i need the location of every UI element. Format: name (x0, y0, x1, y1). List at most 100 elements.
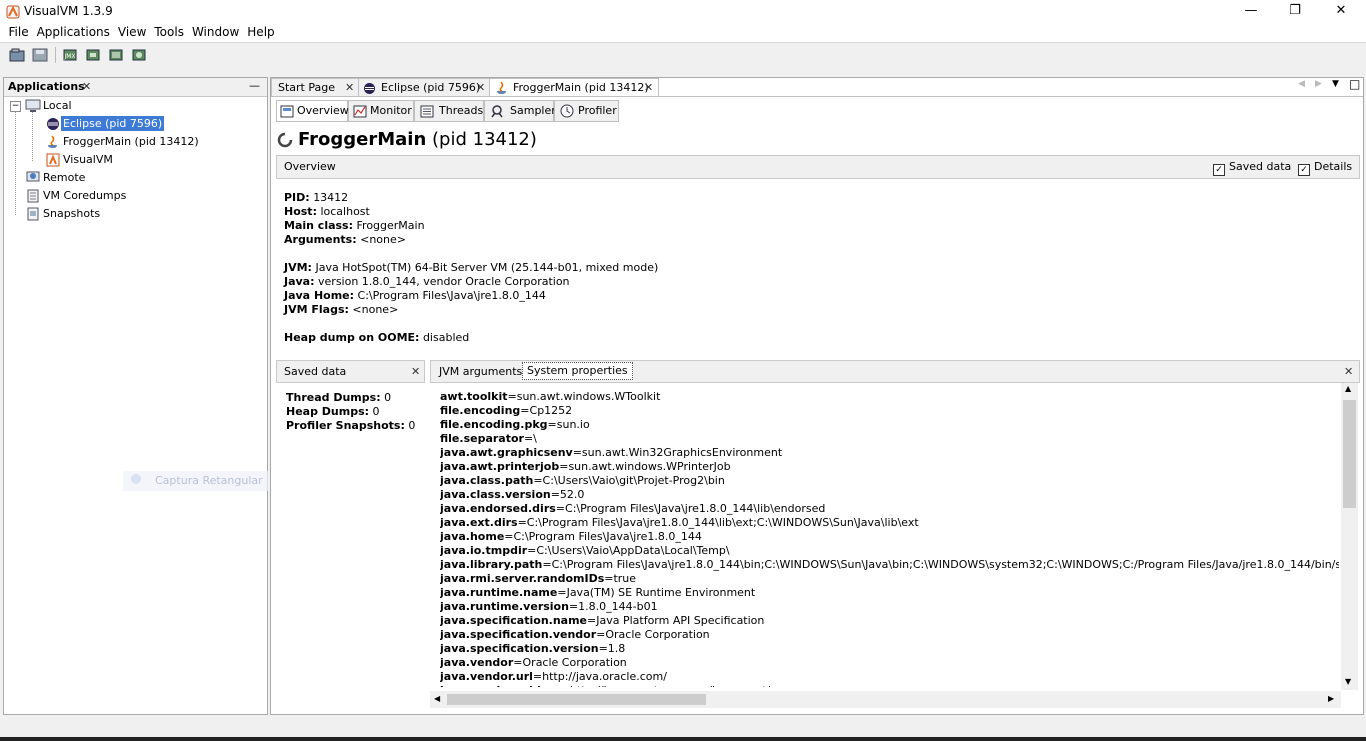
property-row: java.awt.printerjob=sun.awt.windows.WPri… (440, 460, 1339, 474)
snapshot-icon[interactable] (130, 46, 148, 64)
doc-tab-froggermain[interactable]: FroggerMain (pid 13412) ✕ (489, 78, 659, 97)
applications-panel-minimize-button[interactable]: — (249, 79, 260, 92)
doc-tab-eclipse[interactable]: Eclipse (pid 7596) ✕ (358, 78, 490, 97)
property-value: =Oracle Corporation (513, 656, 627, 669)
property-value: =sun.awt.windows.WToolkit (507, 390, 661, 403)
doc-tab-start-page[interactable]: Start Page ✕ (271, 78, 359, 97)
tab-system-properties[interactable]: System properties (522, 362, 633, 380)
subtab-overview[interactable]: Overview (276, 100, 349, 122)
properties-panel-header: JVM arguments System properties ✕ (430, 360, 1360, 383)
property-row: java.specification.version=1.8 (440, 642, 1339, 656)
menu-window[interactable]: Window (188, 24, 243, 41)
info-row: Heap dump on OOME: disabled (284, 331, 470, 344)
details-checkbox-label: Details (1314, 160, 1353, 173)
local-host-icon (25, 99, 41, 112)
eclipse-icon (364, 83, 375, 94)
property-row: java.runtime.version=1.8.0_144-b01 (440, 600, 1339, 614)
tree-item-snapshots[interactable]: Snapshots (43, 207, 100, 220)
subtab-sampler[interactable]: Sampler (484, 100, 556, 122)
saved-data-close-button[interactable]: ✕ (411, 365, 420, 378)
saved-data-list: Thread Dumps: 0 Heap Dumps: 0 Profiler S… (286, 391, 415, 433)
subtab-threads[interactable]: Threads (414, 100, 484, 122)
menu-applications[interactable]: Applications (33, 24, 114, 41)
property-row: java.vendor.url=http://java.oracle.com/ (440, 670, 1339, 684)
property-key: java.library.path (440, 558, 543, 571)
tab-list-dropdown-button[interactable]: ▼ (1332, 79, 1339, 89)
heap-dump-icon[interactable] (84, 46, 102, 64)
checkbox-box: ✓ (1213, 164, 1225, 176)
doc-tab-close-button[interactable]: ✕ (476, 79, 485, 97)
property-key: java.specification.vendor (440, 628, 597, 641)
property-row: java.vendor=Oracle Corporation (440, 656, 1339, 670)
property-value: =Java Platform API Specification (587, 614, 765, 627)
saved-data-row: Profiler Snapshots: 0 (286, 419, 416, 432)
tree-item-eclipse[interactable]: Eclipse (pid 7596) (61, 116, 165, 131)
subtab-profiler[interactable]: Profiler (554, 100, 619, 122)
visualvm-icon (46, 153, 60, 167)
property-value: =C:\Program Files\Java\jre1.8.0_144\lib\… (517, 516, 919, 529)
tree-item-visualvm[interactable]: VisualVM (63, 153, 113, 166)
property-row: awt.toolkit=sun.awt.windows.WToolkit (440, 390, 1339, 404)
save-icon[interactable] (31, 46, 49, 64)
tab-scroll-right-button[interactable]: ▶ (1315, 79, 1322, 89)
scroll-right-button[interactable]: ▶ (1328, 694, 1334, 703)
property-value: =sun.awt.windows.WPrinterJob (559, 460, 731, 473)
restore-button[interactable]: ❐ (1272, 0, 1318, 24)
visualvm-app-icon (6, 5, 20, 19)
open-icon[interactable] (8, 46, 26, 64)
minimize-button[interactable]: — (1228, 0, 1274, 24)
add-jmx-icon[interactable]: JMX (61, 46, 79, 64)
doc-tab-close-button[interactable]: ✕ (345, 79, 354, 97)
vertical-scroll-thumb[interactable] (1343, 400, 1356, 508)
property-value: =C:\Users\Vaio\git\Projet-Prog2\bin (533, 474, 725, 487)
system-properties-list[interactable]: awt.toolkit=sun.awt.windows.WToolkit file… (440, 390, 1339, 687)
info-row: Arguments: <none> (284, 233, 406, 246)
saved-data-title: Saved data (284, 365, 347, 378)
property-value: =C:\Program Files\Java\jre1.8.0_144\bin;… (542, 558, 1339, 571)
saved-data-row: Thread Dumps: 0 (286, 391, 392, 404)
property-row: java.vendor.url.bug=http://bugreport.sun… (440, 684, 1339, 687)
snapshots-icon (27, 207, 39, 221)
tree-item-froggermain[interactable]: FroggerMain (pid 13412) (63, 135, 199, 148)
saved-data-header: Saved data ✕ (276, 360, 425, 383)
close-window-button[interactable]: ✕ (1318, 0, 1364, 24)
info-row: JVM: Java HotSpot(TM) 64-Bit Server VM (… (284, 261, 659, 274)
subtab-monitor[interactable]: Monitor (348, 100, 414, 122)
tab-jvm-arguments[interactable]: JVM arguments (439, 365, 522, 378)
property-value: =C:\Users\Vaio\AppData\Local\Temp\ (527, 544, 730, 557)
scroll-up-button[interactable]: ▲ (1345, 384, 1351, 393)
scroll-down-button[interactable]: ▼ (1345, 677, 1351, 686)
property-value: =C:\Program Files\Java\jre1.8.0_144 (504, 530, 702, 543)
tab-scroll-left-button[interactable]: ◀ (1298, 79, 1305, 89)
scroll-left-button[interactable]: ◀ (434, 694, 440, 703)
tree-item-remote[interactable]: Remote (43, 171, 85, 184)
eclipse-icon (47, 118, 59, 130)
info-row: Java Home: C:\Program Files\Java\jre1.8.… (284, 289, 546, 302)
info-row: Main class: FroggerMain (284, 219, 425, 232)
maximize-tab-button[interactable]: □ (1349, 77, 1360, 91)
applications-panel-close-button[interactable]: ✕ (82, 80, 91, 93)
info-row: JVM Flags: <none> (284, 303, 399, 316)
horizontal-scroll-thumb[interactable] (447, 694, 706, 705)
saved-data-checkbox[interactable]: ✓ Saved data (1213, 160, 1291, 176)
tree-expand-toggle[interactable]: − (10, 101, 21, 112)
tree-item-local[interactable]: Local (43, 99, 72, 112)
thread-dump-icon[interactable] (107, 46, 125, 64)
property-row: java.runtime.name=Java(TM) SE Runtime En… (440, 586, 1339, 600)
properties-panel-close-button[interactable]: ✕ (1344, 365, 1353, 378)
doc-tab-close-button[interactable]: ✕ (644, 79, 653, 97)
menu-help[interactable]: Help (243, 24, 278, 41)
menu-file[interactable]: File (5, 24, 33, 41)
tree-guide (15, 111, 17, 215)
document-area: Start Page ✕ Eclipse (pid 7596) ✕ Frogge… (270, 77, 1364, 715)
details-checkbox[interactable]: ✓ Details (1298, 160, 1352, 176)
subtab-label: Overview (297, 104, 349, 117)
java-icon (48, 135, 57, 148)
menu-tools[interactable]: Tools (150, 24, 188, 41)
tree-item-vm-coredumps[interactable]: VM Coredumps (43, 189, 126, 202)
menu-view[interactable]: View (114, 24, 150, 41)
vertical-scrollbar[interactable]: ▲ ▼ (1341, 383, 1358, 690)
ghost-tooltip-text: Captura Retangular (155, 474, 263, 487)
horizontal-scrollbar[interactable]: ◀ ▶ (430, 691, 1341, 708)
